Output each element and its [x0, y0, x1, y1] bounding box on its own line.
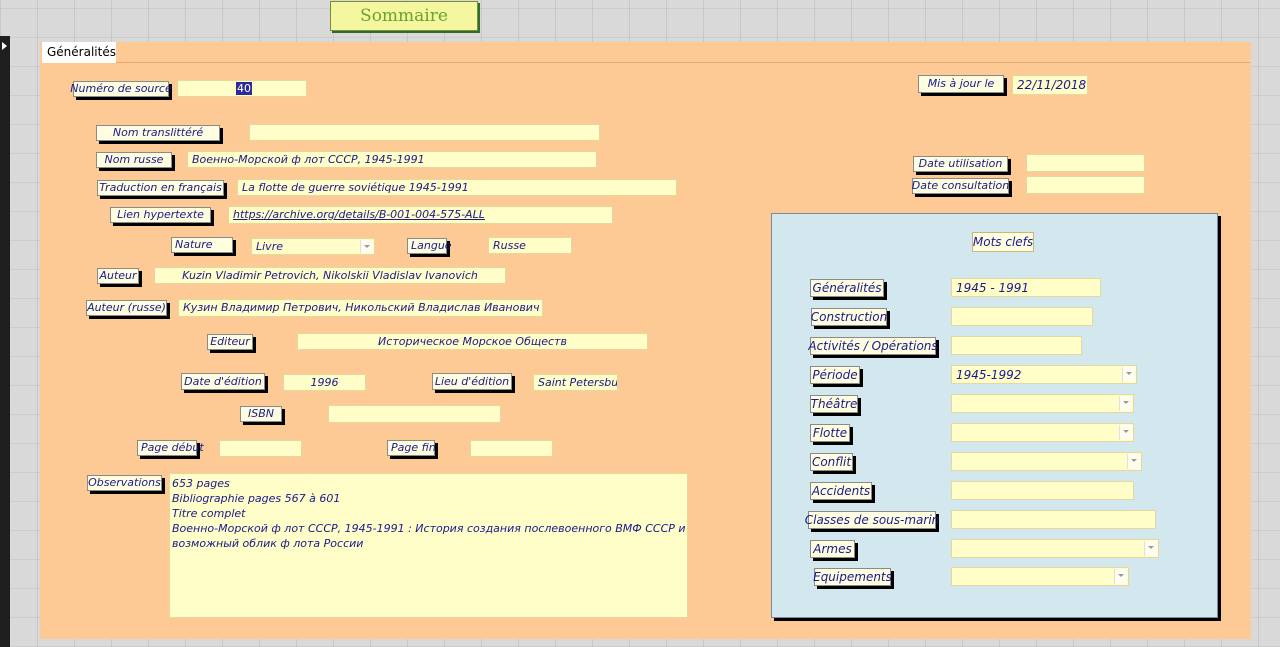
kw-generalites-label: Généralités [810, 279, 884, 297]
page-debut-label: Page début [137, 440, 204, 456]
kw-accidents-field[interactable] [951, 481, 1134, 500]
source-number-field[interactable]: 40 [177, 80, 307, 97]
tab-divider [116, 62, 1250, 63]
kw-theatre-select[interactable] [951, 394, 1134, 413]
kw-theatre-label: Théâtre [810, 395, 858, 413]
kw-periode-label: Période [810, 366, 860, 384]
nom-translit-field[interactable] [249, 124, 600, 141]
observations-line: возможный облик ф лота России [172, 537, 364, 550]
isbn-label: ISBN [240, 406, 282, 422]
date-utilisation-field[interactable] [1026, 154, 1145, 172]
lieu-edition-field[interactable]: Saint Petersburg [533, 374, 618, 391]
dropdown-arrow-icon[interactable] [1144, 541, 1157, 556]
dropdown-arrow-icon[interactable] [1114, 569, 1127, 584]
kw-periode-value: 1945-1992 [956, 368, 1022, 382]
langue-field[interactable]: Russe [488, 237, 572, 254]
nom-translit-label: Nom translittéré [96, 125, 220, 141]
auteur-label: Auteur [97, 268, 139, 284]
kw-activites-label: Activités / Opérations [808, 337, 938, 355]
langue-label: Langue [407, 238, 452, 254]
kw-generalites-field[interactable]: 1945 - 1991 [951, 278, 1101, 297]
page-fin-label: Page fin [387, 440, 436, 456]
auteur-field[interactable]: Kuzin Vladimir Petrovich, Nikolskii Vlad… [154, 267, 506, 284]
kw-accidents-label: Accidents [810, 482, 872, 500]
date-edition-field[interactable]: 1996 [283, 374, 366, 391]
lien-label: Lien hypertexte [110, 207, 211, 223]
source-number-label: Numéro de source [70, 81, 172, 97]
traduction-field[interactable]: La flotte de guerre soviétique 1945-1991 [237, 179, 677, 196]
kw-construction-field[interactable] [951, 307, 1093, 326]
dropdown-arrow-icon[interactable] [1127, 454, 1140, 469]
nom-russe-field[interactable]: Военно-Морской ф лот СССР, 1945-1991 [187, 151, 597, 168]
tab-generalites[interactable]: Généralités [42, 42, 116, 63]
nom-russe-label: Nom russe [96, 152, 172, 168]
kw-flotte-label: Flotte [810, 424, 850, 442]
kw-equipements-select[interactable] [951, 567, 1129, 586]
kw-armes-label: Armes [810, 540, 855, 558]
editeur-field[interactable]: Историческое Морское Обществ [297, 333, 648, 350]
editeur-label: Editeur [207, 334, 253, 350]
observations-line: Bibliographie pages 567 à 601 [172, 492, 341, 505]
nature-select[interactable]: Livre [251, 238, 375, 255]
isbn-field[interactable] [328, 405, 501, 423]
kw-classes-label: Classes de sous-marin [804, 511, 940, 529]
kw-conflit-select[interactable] [951, 452, 1142, 471]
kw-flotte-select[interactable] [951, 423, 1134, 442]
observations-field[interactable]: 653 pages Bibliographie pages 567 à 601 … [169, 473, 688, 618]
dropdown-arrow-icon[interactable] [360, 240, 373, 253]
dropdown-arrow-icon[interactable] [1122, 367, 1135, 382]
lieu-edition-label: Lieu d'édition [432, 373, 512, 390]
traduction-label: Traduction en français [97, 180, 224, 196]
observations-line: Военно-Морской ф лот СССР, 1945-1991 : И… [172, 522, 686, 535]
observations-line: Titre complet [172, 507, 246, 520]
kw-armes-select[interactable] [951, 539, 1159, 558]
auteur-russe-label: Auteur (russe) [86, 300, 167, 316]
date-utilisation-label: Date utilisation [913, 156, 1008, 172]
date-consultation-field[interactable] [1026, 176, 1145, 194]
kw-conflit-label: Conflit [810, 453, 853, 471]
record-selector-bar[interactable] [0, 36, 10, 647]
nature-value: Livre [256, 240, 283, 253]
page-debut-field[interactable] [219, 440, 302, 457]
dropdown-arrow-icon[interactable] [1119, 396, 1132, 411]
date-edition-label: Date d'édition [181, 373, 265, 390]
observations-line: 653 pages [172, 477, 230, 490]
observations-label: Observations [87, 475, 162, 491]
kw-construction-label: Construction [810, 308, 888, 326]
kw-equipements-label: Equipements [813, 568, 892, 586]
updated-label: Mis à jour le [918, 75, 1004, 93]
page-fin-field[interactable] [470, 440, 553, 457]
dropdown-arrow-icon[interactable] [1119, 425, 1132, 440]
auteur-russe-field[interactable]: Кузин Владимир Петрович, Никольский Влад… [178, 299, 543, 317]
lien-field[interactable]: https://archive.org/details/B-001-004-57… [228, 206, 613, 224]
record-selector-icon [2, 42, 7, 50]
keywords-title: Mots clefs [972, 232, 1034, 252]
kw-periode-select[interactable]: 1945-1992 [951, 365, 1137, 384]
sommaire-button[interactable]: Sommaire [330, 1, 478, 31]
nature-label: Nature [171, 237, 233, 253]
date-consultation-label: Date consultation [911, 178, 1010, 194]
source-number-value: 40 [236, 82, 252, 95]
kw-classes-field[interactable] [951, 510, 1156, 529]
updated-field[interactable]: 22/11/2018 [1012, 75, 1088, 95]
kw-activites-field[interactable] [951, 336, 1082, 355]
